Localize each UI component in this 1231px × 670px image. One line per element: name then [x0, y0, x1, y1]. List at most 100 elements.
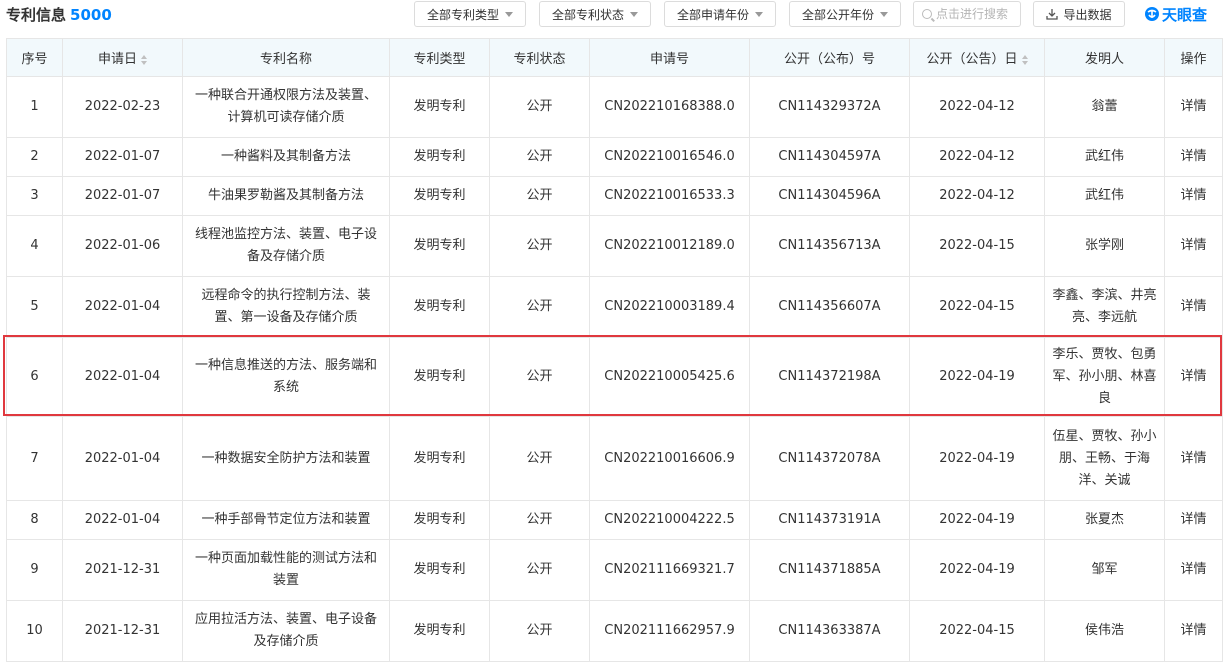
cell-publication-date: 2022-04-19 — [909, 500, 1045, 540]
cell-apply-date: 2022-01-04 — [62, 276, 183, 338]
cell-publication-date: 2022-04-12 — [909, 76, 1045, 138]
section-title-text: 专利信息 — [6, 6, 67, 24]
cell-publication-date: 2022-04-15 — [909, 600, 1045, 662]
export-data-button[interactable]: 导出数据 — [1033, 1, 1125, 27]
cell-patent-status: 公开 — [489, 215, 590, 277]
cell-patent-type: 发明专利 — [389, 539, 490, 601]
cell-patent-name: 远程命令的执行控制方法、装置、第一设备及存储介质 — [182, 276, 390, 338]
cell-apply-date: 2022-01-04 — [62, 500, 183, 540]
patent-table: 序号 申请日 专利名称 专利类型 专利状态 申请号 公开（公布）号 公开（公告）… — [6, 38, 1223, 662]
cell-patent-type: 发明专利 — [389, 416, 490, 501]
col-header-app-no: 申请号 — [589, 38, 750, 77]
patent-type-filter-label: 全部专利类型 — [426, 7, 499, 22]
detail-link[interactable]: 详情 — [1164, 539, 1223, 601]
table-row: 3 2022-01-07 牛油果罗勒酱及其制备方法 发明专利 公开 CN202210016… — [6, 176, 1223, 216]
cell-patent-status: 公开 — [489, 337, 590, 417]
col-header-pub-date[interactable]: 公开（公告）日 — [909, 38, 1045, 77]
cell-patent-status: 公开 — [489, 539, 590, 601]
cell-index: 1 — [6, 76, 63, 138]
cell-index: 2 — [6, 137, 63, 177]
detail-link[interactable]: 详情 — [1164, 137, 1223, 177]
publish-year-filter-label: 全部公开年份 — [801, 7, 874, 22]
detail-link[interactable]: 详情 — [1164, 76, 1223, 138]
section-header: 专利信息 5000 全部专利类型 全部专利状态 全部申请年份 全部公开年份 点击… — [0, 0, 1231, 30]
cell-inventor: 李乐、贾牧、包勇军、孙小朋、林喜良 — [1044, 337, 1165, 417]
sort-icon — [141, 54, 147, 65]
search-input[interactable] — [936, 7, 1014, 21]
detail-link[interactable]: 详情 — [1164, 176, 1223, 216]
detail-link[interactable]: 详情 — [1164, 337, 1223, 417]
section-title: 专利信息 5000 — [6, 4, 112, 25]
col-header-index: 序号 — [6, 38, 63, 77]
detail-link[interactable]: 详情 — [1164, 416, 1223, 501]
cell-application-number: CN202111669321.7 — [589, 539, 750, 601]
search-icon — [922, 9, 932, 19]
cell-application-number: CN202111662957.9 — [589, 600, 750, 662]
table-row: 2 2022-01-07 一种酱料及其制备方法 发明专利 公开 CN20221001654… — [6, 137, 1223, 177]
publish-year-filter[interactable]: 全部公开年份 — [789, 1, 901, 27]
table-row: 5 2022-01-04 远程命令的执行控制方法、装置、第一设备及存储介质 发明专利公… — [6, 276, 1223, 338]
cell-application-number: CN202210016606.9 — [589, 416, 750, 501]
cell-apply-date: 2022-01-04 — [62, 337, 183, 417]
cell-publication-number: CN114371885A — [749, 539, 910, 601]
cell-patent-name: 牛油果罗勒酱及其制备方法 — [182, 176, 390, 216]
cell-application-number: CN202210004222.5 — [589, 500, 750, 540]
col-header-name: 专利名称 — [182, 38, 390, 77]
cell-index: 9 — [6, 539, 63, 601]
cell-publication-date: 2022-04-19 — [909, 337, 1045, 417]
cell-index: 3 — [6, 176, 63, 216]
cell-patent-name: 一种信息推送的方法、服务端和系统 — [182, 337, 390, 417]
detail-link[interactable]: 详情 — [1164, 500, 1223, 540]
patent-type-filter[interactable]: 全部专利类型 — [414, 1, 526, 27]
cell-inventor: 李鑫、李滨、井亮亮、李远航 — [1044, 276, 1165, 338]
download-icon — [1046, 9, 1059, 20]
cell-patent-name: 一种酱料及其制备方法 — [182, 137, 390, 177]
cell-patent-name: 应用拉活方法、装置、电子设备及存储介质 — [182, 600, 390, 662]
apply-year-filter[interactable]: 全部申请年份 — [664, 1, 776, 27]
col-header-apply-date[interactable]: 申请日 — [62, 38, 183, 77]
cell-index: 6 — [6, 337, 63, 417]
col-header-status: 专利状态 — [489, 38, 590, 77]
caret-down-icon — [880, 11, 888, 17]
cell-inventor: 张夏杰 — [1044, 500, 1165, 540]
cell-application-number: CN202210005425.6 — [589, 337, 750, 417]
cell-publication-number: CN114304597A — [749, 137, 910, 177]
detail-link[interactable]: 详情 — [1164, 600, 1223, 662]
col-header-op: 操作 — [1164, 38, 1223, 77]
patent-status-filter[interactable]: 全部专利状态 — [539, 1, 651, 27]
cell-patent-type: 发明专利 — [389, 337, 490, 417]
cell-apply-date: 2022-02-23 — [62, 76, 183, 138]
apply-year-filter-label: 全部申请年份 — [676, 7, 749, 22]
cell-patent-name: 一种手部骨节定位方法和装置 — [182, 500, 390, 540]
cell-patent-status: 公开 — [489, 137, 590, 177]
cell-index: 10 — [6, 600, 63, 662]
search-box — [913, 1, 1021, 27]
cell-inventor: 侯伟浩 — [1044, 600, 1165, 662]
cell-patent-type: 发明专利 — [389, 215, 490, 277]
cell-publication-number: CN114356713A — [749, 215, 910, 277]
cell-apply-date: 2021-12-31 — [62, 539, 183, 601]
cell-index: 5 — [6, 276, 63, 338]
table-row: 6 2022-01-04 一种信息推送的方法、服务端和系统 发明专利 公开 CN20221… — [6, 337, 1223, 417]
table-row: 7 2022-01-04 一种数据安全防护方法和装置 发明专利 公开 CN20221001… — [6, 416, 1223, 501]
cell-index: 7 — [6, 416, 63, 501]
caret-down-icon — [630, 11, 638, 17]
cell-index: 4 — [6, 215, 63, 277]
cell-inventor: 翁蕾 — [1044, 76, 1165, 138]
col-header-inventor: 发明人 — [1044, 38, 1165, 77]
detail-link[interactable]: 详情 — [1164, 276, 1223, 338]
cell-patent-status: 公开 — [489, 276, 590, 338]
col-header-pub-no: 公开（公布）号 — [749, 38, 910, 77]
cell-patent-type: 发明专利 — [389, 76, 490, 138]
cell-patent-type: 发明专利 — [389, 176, 490, 216]
cell-publication-number: CN114363387A — [749, 600, 910, 662]
detail-link[interactable]: 详情 — [1164, 215, 1223, 277]
cell-inventor: 伍星、贾牧、孙小朋、王畅、于海洋、关诚 — [1044, 416, 1165, 501]
patent-count: 5000 — [70, 6, 112, 24]
cell-patent-type: 发明专利 — [389, 137, 490, 177]
cell-patent-type: 发明专利 — [389, 276, 490, 338]
cell-publication-number: CN114329372A — [749, 76, 910, 138]
table-row: 8 2022-01-04 一种手部骨节定位方法和装置 发明专利 公开 CN20221000… — [6, 500, 1223, 540]
tianyancha-logo-icon — [1145, 7, 1159, 21]
cell-patent-status: 公开 — [489, 600, 590, 662]
